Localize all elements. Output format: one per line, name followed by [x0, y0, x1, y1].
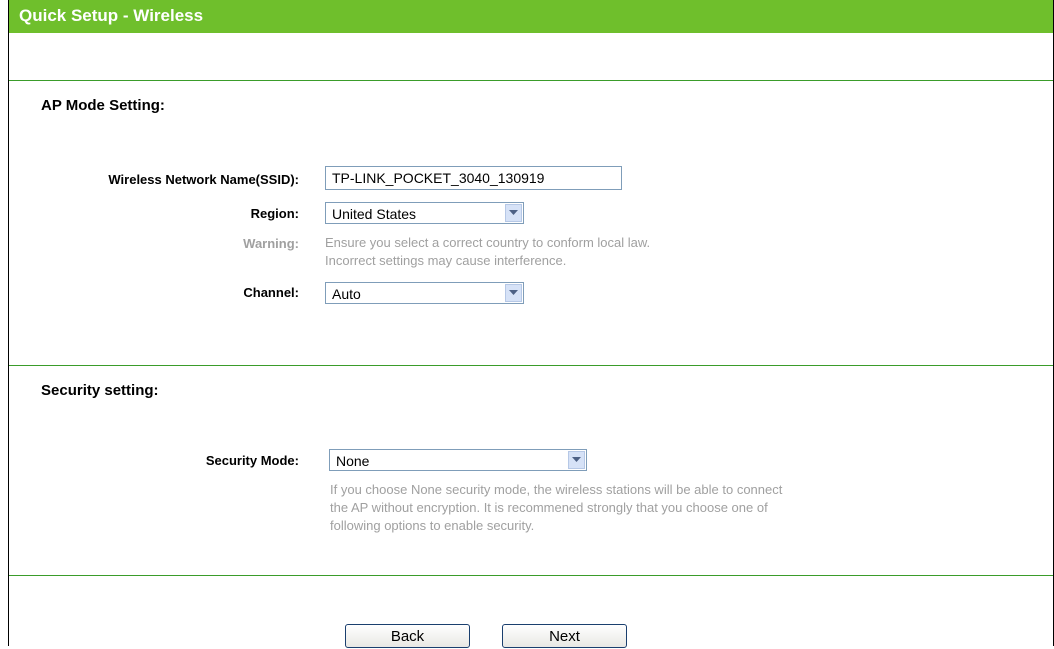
region-select[interactable]: United States [325, 202, 524, 224]
back-button[interactable]: Back [345, 624, 470, 648]
note-line: following options to enable security. [330, 518, 535, 533]
divider-bottom [9, 575, 1053, 576]
security-note-text: If you choose None security mode, the wi… [330, 481, 782, 535]
ssid-label: Wireless Network Name(SSID): [108, 172, 299, 187]
warning-label: Warning: [243, 236, 299, 251]
region-label: Region: [250, 206, 299, 221]
title-bar: Quick Setup - Wireless [9, 0, 1053, 33]
ap-mode-section-title: AP Mode Setting: [41, 97, 165, 114]
channel-label: Channel: [243, 285, 299, 300]
note-line: If you choose None security mode, the wi… [330, 482, 783, 497]
security-mode-selected-value: None [336, 453, 370, 469]
chevron-down-icon[interactable] [568, 451, 585, 469]
channel-select[interactable]: Auto [325, 282, 524, 304]
chevron-down-icon[interactable] [505, 204, 522, 222]
note-line: the AP without encryption. It is recomme… [330, 500, 768, 515]
chevron-down-icon[interactable] [505, 284, 522, 302]
region-warning-text: Ensure you select a correct country to c… [325, 234, 650, 270]
region-selected-value: United States [332, 206, 417, 222]
security-section-title: Security setting: [41, 382, 159, 399]
divider-middle [9, 365, 1053, 366]
security-mode-select[interactable]: None [329, 449, 587, 471]
channel-selected-value: Auto [332, 286, 361, 302]
divider-top [9, 80, 1053, 81]
quick-setup-panel: Quick Setup - Wireless AP Mode Setting: … [8, 0, 1054, 648]
warning-line: Ensure you select a correct country to c… [325, 235, 651, 250]
next-button[interactable]: Next [502, 624, 627, 648]
security-mode-label: Security Mode: [205, 453, 299, 468]
warning-line: Incorrect settings may cause interferenc… [325, 253, 567, 268]
page-title: Quick Setup - Wireless [19, 6, 204, 25]
ssid-input[interactable] [325, 166, 622, 190]
